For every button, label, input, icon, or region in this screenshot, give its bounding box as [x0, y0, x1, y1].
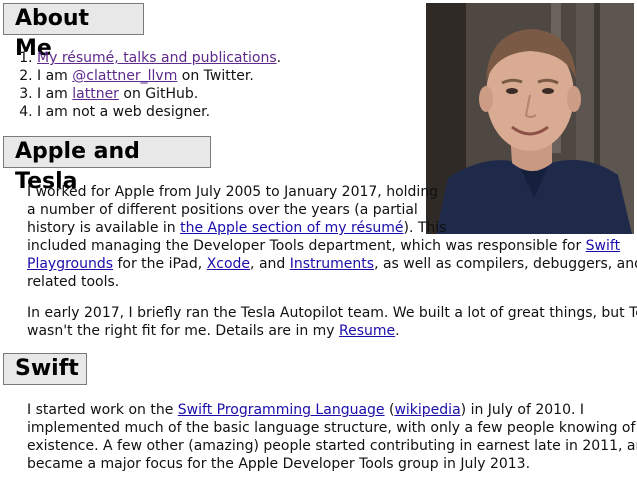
- text: .: [395, 323, 400, 339]
- text: history is available in: [27, 220, 181, 236]
- text: for the iPad,: [113, 256, 207, 272]
- swift-paragraph: I started work on the Swift Programming …: [27, 401, 637, 473]
- text: ). This: [403, 220, 447, 236]
- text-line: became a major focus for the Apple Devel…: [27, 456, 531, 472]
- text-line: implemented much of the basic language s…: [27, 420, 637, 436]
- about-me-heading: About Me: [3, 3, 144, 61]
- twitter-link[interactable]: @clattner_llvm: [72, 68, 177, 84]
- text: , and: [250, 256, 290, 272]
- wikipedia-link[interactable]: wikipedia: [394, 402, 460, 418]
- instruments-link[interactable]: Instruments: [290, 256, 374, 272]
- tesla-paragraph: In early 2017, I briefly ran the Tesla A…: [27, 304, 637, 340]
- text-line: wasn't the right fit for me. Details are…: [27, 322, 633, 340]
- list-item: I am @clattner_llvm on Twitter.: [37, 67, 281, 85]
- xcode-link[interactable]: Xcode: [207, 256, 250, 272]
- list-item: My résumé, talks and publications.: [37, 49, 281, 67]
- swift-playgrounds-link[interactable]: Swift: [586, 238, 620, 254]
- about-list: My résumé, talks and publications. I am …: [0, 49, 281, 121]
- text-line: a number of different positions over the…: [27, 202, 418, 218]
- text: I started work on the: [27, 402, 178, 418]
- list-item-text: I am: [37, 86, 73, 102]
- resume-link[interactable]: My résumé, talks and publications: [37, 50, 277, 66]
- list-item: I am not a web designer.: [37, 103, 281, 121]
- list-item-text: .: [276, 50, 282, 66]
- list-item-text: I am not a web designer.: [37, 104, 211, 120]
- list-item: I am lattner on GitHub.: [37, 85, 281, 103]
- text: ) in July of 2010. I: [460, 402, 585, 418]
- text-line: In early 2017, I briefly ran the Tesla A…: [27, 305, 637, 321]
- list-item-text: on GitHub.: [118, 86, 199, 102]
- list-item-text: on Twitter.: [177, 68, 254, 84]
- text: , as well as compilers, debuggers, and: [374, 256, 637, 272]
- resume-link[interactable]: Resume: [339, 323, 395, 339]
- github-link[interactable]: lattner: [72, 86, 119, 102]
- text: wasn't the right fit for me. Details are…: [27, 323, 340, 339]
- text-line: I started work on the Swift Programming …: [27, 401, 627, 419]
- text-line: included managing the Developer Tools de…: [27, 237, 620, 255]
- text-line: history is available in the Apple sectio…: [27, 219, 597, 237]
- apple-tesla-heading: Apple and Tesla: [3, 136, 211, 194]
- text-line: existence. A few other (amazing) people …: [27, 438, 637, 454]
- text-line: related tools.: [27, 274, 120, 290]
- apple-resume-section-link[interactable]: the Apple section of my résumé: [180, 220, 403, 236]
- swift-heading: Swift: [3, 353, 87, 385]
- apple-paragraph: I worked for Apple from July 2005 to Jan…: [27, 183, 637, 291]
- text: included managing the Developer Tools de…: [27, 238, 586, 254]
- text: (: [384, 402, 395, 418]
- text-line: Playgrounds for the iPad, Xcode, and Ins…: [27, 255, 637, 273]
- swift-language-link[interactable]: Swift Programming Language: [178, 402, 385, 418]
- text-line: I worked for Apple from July 2005 to Jan…: [27, 184, 439, 200]
- list-item-text: I am: [37, 68, 73, 84]
- swift-playgrounds-link-cont[interactable]: Playgrounds: [27, 256, 113, 272]
